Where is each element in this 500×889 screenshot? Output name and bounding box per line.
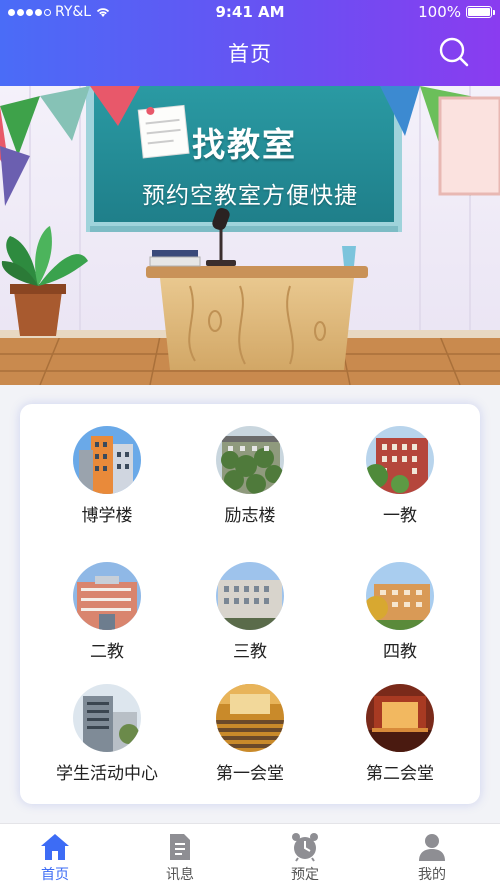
building-label: 三教 <box>233 642 267 662</box>
tab-messages[interactable]: 讯息 <box>125 824 235 889</box>
search-icon[interactable] <box>438 36 470 68</box>
tab-label: 讯息 <box>166 867 194 883</box>
status-right: 100% <box>418 3 495 21</box>
user-icon <box>419 834 445 861</box>
tab-profile[interactable]: 我的 <box>377 824 487 889</box>
home-screen: RY&L 9:41 AM 100% 首页 找教室 预约空教室方便快捷 博学楼 励… <box>0 0 500 889</box>
tab-label: 预定 <box>291 867 319 883</box>
battery-icon <box>466 6 495 18</box>
building-item-lizhi[interactable]: 励志楼 <box>180 426 320 526</box>
tab-label: 首页 <box>41 867 69 883</box>
building-item-boxue[interactable]: 博学楼 <box>37 426 177 526</box>
banner-title: 找教室 <box>192 125 297 164</box>
building-item-yijiao[interactable]: 一教 <box>330 426 470 526</box>
page-title: 首页 <box>228 42 272 66</box>
banner-subtitle: 预约空教室方便快捷 <box>142 183 358 209</box>
auditorium-photo <box>216 684 284 752</box>
building-photo <box>73 426 141 494</box>
header: RY&L 9:41 AM 100% 首页 <box>0 0 500 86</box>
building-item-sijiao[interactable]: 四教 <box>330 562 470 662</box>
building-photo <box>216 562 284 630</box>
building-photo <box>366 562 434 630</box>
building-photo <box>366 426 434 494</box>
building-item-sanjiao[interactable]: 三教 <box>180 562 320 662</box>
building-label: 学生活动中心 <box>56 764 158 784</box>
building-label: 博学楼 <box>81 506 133 526</box>
auditorium-photo <box>366 684 434 752</box>
status-bar: RY&L 9:41 AM 100% <box>0 0 500 24</box>
building-photo <box>73 562 141 630</box>
building-label: 一教 <box>383 506 417 526</box>
building-label: 第二会堂 <box>366 764 434 784</box>
battery-percent: 100% <box>418 3 461 21</box>
building-label: 励志楼 <box>224 506 276 526</box>
building-label: 二教 <box>90 642 124 662</box>
building-label: 第一会堂 <box>216 764 284 784</box>
tab-label: 我的 <box>418 867 446 883</box>
tab-bar: 首页 讯息 预定 我的 <box>0 823 500 889</box>
document-icon <box>170 834 190 860</box>
building-item-erjiao[interactable]: 二教 <box>37 562 177 662</box>
home-icon <box>41 834 69 860</box>
building-item-first-hall[interactable]: 第一会堂 <box>180 684 320 784</box>
building-item-second-hall[interactable]: 第二会堂 <box>330 684 470 784</box>
building-photo <box>73 684 141 752</box>
alarm-clock-icon <box>292 833 318 862</box>
tab-home[interactable]: 首页 <box>0 824 110 889</box>
banner[interactable]: 找教室 预约空教室方便快捷 <box>0 86 500 385</box>
building-item-activity-center[interactable]: 学生活动中心 <box>37 684 177 784</box>
building-grid: 博学楼 励志楼 一教 二教 三教 四教 学生活动中心 第一会堂 第二会堂 <box>20 404 480 804</box>
building-photo <box>216 426 284 494</box>
tab-booking[interactable]: 预定 <box>250 824 360 889</box>
building-label: 四教 <box>383 642 417 662</box>
